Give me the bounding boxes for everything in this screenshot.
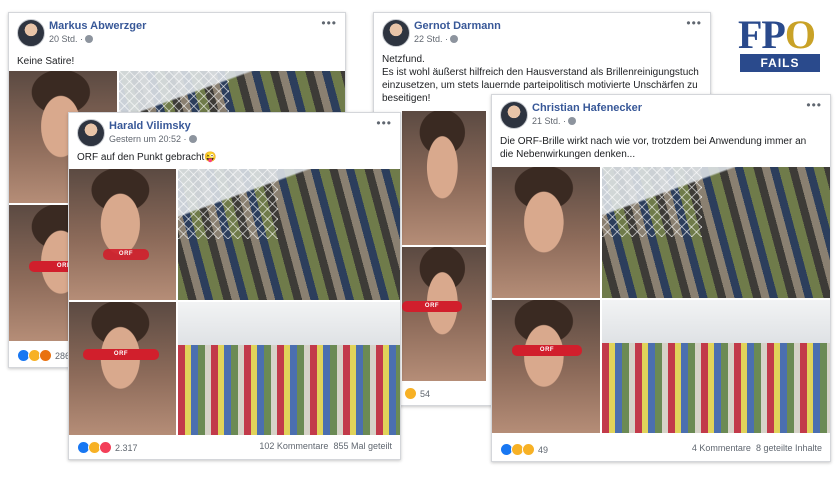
post-text: Keine Satire!	[17, 56, 75, 67]
post-header: Harald Vilimsky Gestern um 20:52 · •••	[77, 117, 392, 149]
orf-glasses: ORF	[83, 349, 159, 360]
reaction-count: 2.317	[115, 442, 138, 453]
post-text: Die ORF-Brille wirkt nach wie vor, trotz…	[500, 136, 807, 160]
avatar[interactable]	[382, 19, 410, 47]
shares-link[interactable]: 8 geteilte Inhalte	[756, 443, 822, 453]
fpo-fails-logo: FPO FAILS	[738, 12, 822, 76]
logo-subtitle: FAILS	[740, 54, 820, 72]
post-card-hafenecker: Christian Hafenecker 21 Std. · ••• Die O…	[491, 94, 831, 462]
more-options-icon[interactable]: •••	[686, 17, 702, 29]
author-name[interactable]: Markus Abwerzger	[49, 20, 146, 32]
globe-icon	[188, 135, 197, 143]
more-options-icon[interactable]: •••	[376, 117, 392, 129]
angry-reaction-icon	[39, 349, 52, 362]
sad-reaction-icon	[522, 443, 535, 456]
shares-link[interactable]: 855 Mal geteilt	[333, 441, 392, 451]
post-meta: Gestern um 20:52 ·	[109, 134, 197, 144]
post-image[interactable]: ORF	[492, 167, 830, 433]
post-meta: 22 Std. ·	[414, 34, 459, 44]
post-footer: 49 4 Kommentare 8 geteilte Inhalte	[500, 442, 822, 456]
orf-glasses: ORF	[103, 249, 149, 260]
post-image[interactable]: ORF ORF	[69, 169, 400, 435]
post-meta: 20 Std. ·	[49, 34, 94, 44]
avatar[interactable]	[77, 119, 105, 147]
sad-reaction-icon	[404, 387, 417, 400]
reactions[interactable]: 49	[500, 443, 549, 456]
reaction-count: 54	[420, 388, 431, 399]
more-options-icon[interactable]: •••	[321, 17, 337, 29]
orf-glasses: ORF	[512, 345, 582, 356]
avatar[interactable]	[17, 19, 45, 47]
post-header: Christian Hafenecker 21 Std. · •••	[500, 99, 822, 131]
post-footer: 2.317 102 Kommentare 855 Mal geteilt	[77, 440, 392, 454]
comments-link[interactable]: 4 Kommentare	[692, 443, 751, 453]
post-card-vilimsky: Harald Vilimsky Gestern um 20:52 · ••• O…	[68, 112, 401, 460]
more-options-icon[interactable]: •••	[806, 99, 822, 111]
post-meta: 21 Std. ·	[532, 116, 577, 126]
post-stats: 102 Kommentare 855 Mal geteilt	[259, 441, 392, 451]
author-name[interactable]: Harald Vilimsky	[109, 120, 191, 132]
globe-icon	[85, 35, 94, 43]
globe-icon	[450, 35, 459, 43]
reactions[interactable]: 54	[404, 387, 431, 400]
author-name[interactable]: Gernot Darmann	[414, 20, 501, 32]
reaction-count: 49	[538, 444, 549, 455]
love-reaction-icon	[99, 441, 112, 454]
logo-wordmark: FPO	[738, 12, 816, 57]
post-header: Markus Abwerzger 20 Std. · •••	[17, 17, 337, 49]
avatar[interactable]	[500, 101, 528, 129]
post-text: ORF auf den Punkt gebracht😜	[77, 152, 217, 163]
orf-glasses: ORF	[402, 301, 462, 312]
comments-link[interactable]: 102 Kommentare	[259, 441, 328, 451]
globe-icon	[568, 117, 577, 125]
author-name[interactable]: Christian Hafenecker	[532, 102, 642, 114]
post-stats: 4 Kommentare 8 geteilte Inhalte	[692, 443, 822, 453]
reactions[interactable]: 2.317	[77, 441, 138, 454]
post-header: Gernot Darmann 22 Std. · •••	[382, 17, 702, 49]
reactions[interactable]: 286	[17, 349, 70, 362]
